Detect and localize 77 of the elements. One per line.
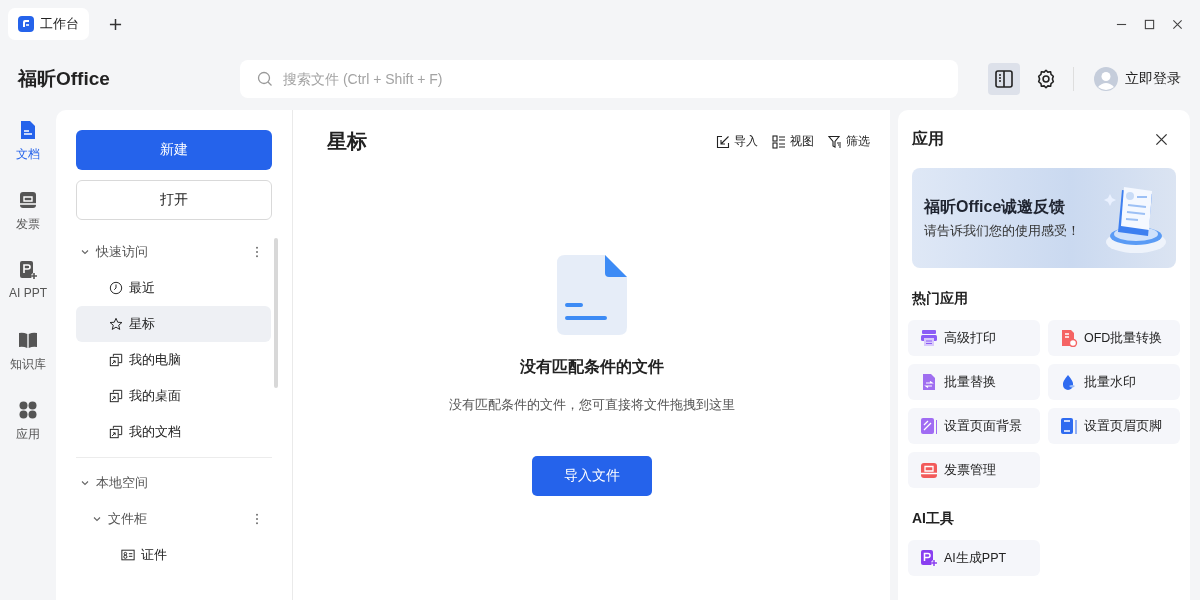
close-icon[interactable] xyxy=(1172,18,1183,30)
page-header-icon xyxy=(1060,417,1078,435)
toolbar-button[interactable]: 导入 xyxy=(716,133,758,150)
page-background-icon xyxy=(920,417,938,435)
search-icon xyxy=(257,71,273,87)
presentation-icon xyxy=(18,260,38,280)
chevron-icon[interactable] xyxy=(80,247,90,257)
close-icon[interactable] xyxy=(1155,132,1168,146)
file-convert-icon xyxy=(1060,329,1078,347)
app-tile[interactable]: AI生成PPT xyxy=(908,540,1040,576)
app-tile[interactable]: 批量替换 xyxy=(908,364,1040,400)
shortcut-icon xyxy=(109,389,123,403)
rail-item[interactable]: AI PPT xyxy=(0,260,56,330)
banner-subtitle: 请告诉我们您的使用感受！ xyxy=(924,221,1081,240)
rail-item[interactable]: 文档 xyxy=(0,120,56,190)
tree-item[interactable]: 快速访问 xyxy=(76,234,271,270)
app-logo-icon xyxy=(18,16,34,32)
page-title: 星标 xyxy=(327,129,367,154)
app-tile[interactable]: OFD批量转换 xyxy=(1048,320,1180,356)
login-link[interactable]: 立即登录 xyxy=(1125,70,1181,88)
shortcut-icon xyxy=(109,353,123,367)
empty-title: 没有匹配条件的文件 xyxy=(519,357,664,377)
app-tile[interactable]: 设置页面背景 xyxy=(908,408,1040,444)
tree-item[interactable]: 我的文档 xyxy=(76,414,271,450)
new-button[interactable]: 新建 xyxy=(76,130,272,170)
more-icon[interactable] xyxy=(255,246,259,258)
banner-title: 福昕Office诚邀反馈 xyxy=(924,196,1067,217)
empty-file-icon xyxy=(556,255,627,335)
tree-item[interactable]: 证件 xyxy=(76,537,271,573)
rail-item[interactable]: 应用 xyxy=(0,400,56,470)
panel-toggle-button[interactable] xyxy=(988,63,1020,95)
apps-icon xyxy=(18,400,38,420)
shortcut-icon xyxy=(109,425,123,439)
app-tile[interactable]: 高级打印 xyxy=(908,320,1040,356)
app-tile[interactable]: 批量水印 xyxy=(1048,364,1180,400)
section-title: 热门应用 xyxy=(911,289,969,308)
tree-item[interactable]: 我的桌面 xyxy=(76,378,271,414)
list-view-icon xyxy=(772,134,786,149)
chevron-icon[interactable] xyxy=(92,514,102,524)
tree-item[interactable]: 最近 xyxy=(76,270,271,306)
app-name: 福昕Office xyxy=(18,67,111,91)
open-button[interactable]: 打开 xyxy=(76,180,272,220)
sidebar-layout-icon xyxy=(994,69,1014,89)
new-tab-icon[interactable] xyxy=(109,17,122,31)
id-card-icon xyxy=(121,548,135,562)
search-field[interactable]: 搜索文件 (Ctrl + Shift + F) xyxy=(240,60,958,98)
rail-item[interactable]: 知识库 xyxy=(0,330,56,400)
app-tile[interactable]: 发票管理 xyxy=(908,452,1040,488)
star-icon xyxy=(109,317,123,331)
empty-message: 没有匹配条件的文件，您可直接将文件拖拽到这里 xyxy=(448,396,735,414)
tree-item[interactable]: 星标 xyxy=(76,306,271,342)
panel-title: 应用 xyxy=(912,128,944,149)
settings-icon[interactable] xyxy=(1035,68,1057,90)
file-replace-icon xyxy=(920,373,938,391)
book-icon xyxy=(18,330,38,350)
invoice-icon xyxy=(18,190,38,210)
tab[interactable]: 工作台 xyxy=(8,8,89,40)
chevron-icon[interactable] xyxy=(80,478,90,488)
tree-item[interactable]: 本地空间 xyxy=(76,465,271,501)
import-file-button[interactable]: 导入文件 xyxy=(531,456,652,496)
printer-icon xyxy=(920,329,938,347)
presentation-icon xyxy=(920,549,938,567)
section-title: AI工具 xyxy=(911,509,955,528)
app-tile[interactable]: 设置页眉页脚 xyxy=(1048,408,1180,444)
import-icon xyxy=(716,134,730,149)
rail-item[interactable]: 发票 xyxy=(0,190,56,260)
toolbar-button[interactable]: 视图 xyxy=(772,133,814,150)
invoice-icon xyxy=(920,461,938,479)
document-icon xyxy=(18,120,38,140)
filter-icon xyxy=(828,134,842,149)
clock-icon xyxy=(109,281,123,295)
maximize-icon[interactable] xyxy=(1144,18,1155,30)
more-icon[interactable] xyxy=(255,513,259,525)
tree-item[interactable]: 我的电脑 xyxy=(76,342,271,378)
toolbar-button[interactable]: 筛选 xyxy=(828,133,870,150)
tree-item[interactable]: 文件柜 xyxy=(76,501,271,537)
feedback-banner[interactable]: 福昕Office诚邀反馈 请告诉我们您的使用感受！ xyxy=(912,168,1176,268)
